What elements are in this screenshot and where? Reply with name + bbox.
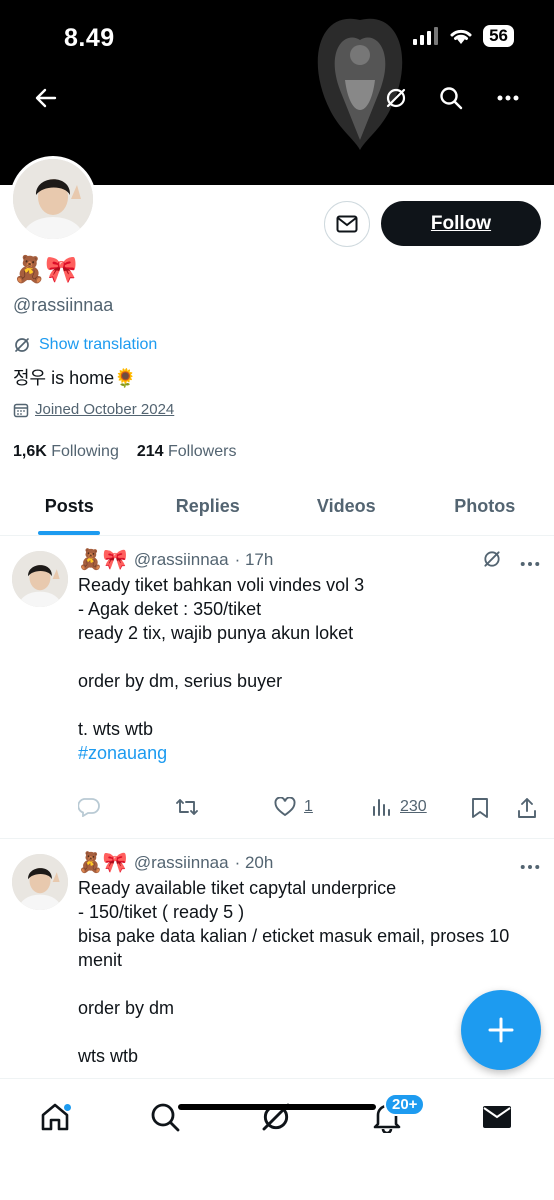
post-author-handle[interactable]: @rassiinnaa (134, 550, 229, 570)
battery-indicator: 56 (483, 25, 514, 47)
follow-stats: 1,6K Following 214 Followers (13, 443, 236, 461)
profile-display-name: 🧸🎀 (13, 254, 78, 284)
grok-icon (484, 551, 500, 567)
followers-count: 214 (136, 443, 164, 460)
profile-tabs: Posts Replies Videos Photos (0, 478, 554, 536)
views-button[interactable]: 230 (372, 797, 427, 817)
avatar-photo (12, 551, 68, 607)
post-text: Ready tiket bahkan voli vindes vol 3 - A… (78, 573, 544, 765)
following-stat[interactable]: 1,6K Following (13, 443, 119, 461)
search-icon (151, 1103, 180, 1132)
tab-posts[interactable]: Posts (0, 478, 139, 535)
avatar-photo (13, 159, 93, 239)
like-button[interactable]: 1 (274, 797, 313, 817)
mail-icon (483, 1106, 511, 1128)
post-time: · 20h (234, 852, 274, 872)
reply-icon (78, 798, 100, 817)
post-avatar[interactable] (12, 551, 68, 607)
nav-messages[interactable] (472, 1095, 522, 1139)
show-translation-label: Show translation (39, 336, 158, 353)
back-arrow-icon (35, 88, 57, 108)
show-translation-link[interactable]: Show translation (13, 336, 157, 354)
more-icon (497, 95, 519, 101)
following-label: Following (51, 443, 119, 460)
share-button[interactable] (517, 797, 537, 819)
bookmark-icon (472, 798, 488, 818)
mail-icon (336, 215, 358, 233)
nav-grok[interactable] (251, 1095, 301, 1139)
post-body-text: Ready tiket bahkan voli vindes vol 3 - A… (78, 575, 365, 739)
post-author-name[interactable]: 🧸🎀 (78, 547, 128, 572)
joined-date: Joined October 2024 (13, 401, 174, 418)
post-header: 🧸🎀 @rassiinnaa · 20h (78, 850, 273, 875)
followers-stat[interactable]: 214 Followers (137, 443, 237, 461)
more-icon (520, 562, 540, 566)
repost-icon (176, 799, 198, 815)
reply-button[interactable] (78, 797, 100, 817)
post-grok-button[interactable] (482, 549, 502, 574)
grok-button[interactable] (376, 78, 416, 118)
profile-avatar[interactable] (10, 156, 96, 242)
follow-button[interactable]: Follow (381, 201, 541, 246)
translate-icon (15, 338, 29, 352)
nav-search[interactable] (140, 1095, 190, 1139)
profile-banner[interactable]: 8.49 56 (0, 0, 554, 185)
search-button[interactable] (431, 78, 471, 118)
wifi-icon (450, 29, 472, 44)
post-more-button[interactable] (520, 547, 540, 573)
profile-handle: @rassiinnaa (13, 295, 114, 315)
bottom-navigation: 20+ (0, 1078, 554, 1200)
tab-photos[interactable]: Photos (416, 478, 554, 535)
status-bar: 8.49 56 (0, 22, 554, 52)
joined-label: Joined October 2024 (35, 401, 175, 418)
avatar-photo (12, 854, 68, 910)
post-more-button[interactable] (520, 850, 540, 876)
plus-icon (488, 1017, 514, 1043)
post-item[interactable]: 🧸🎀 @rassiinnaa · 17h Ready tiket bahkan … (0, 537, 554, 839)
post-hashtag[interactable]: #zonauang (78, 743, 167, 763)
compose-post-button[interactable] (461, 990, 541, 1070)
post-author-handle[interactable]: @rassiinnaa (134, 853, 229, 873)
more-options-button[interactable] (488, 78, 528, 118)
notifications-badge: 20+ (384, 1093, 426, 1116)
post-actions: 1 230 (78, 797, 544, 827)
search-icon (440, 87, 463, 110)
like-count: 1 (304, 798, 313, 815)
post-author-name[interactable]: 🧸🎀 (78, 850, 128, 875)
views-icon (373, 799, 390, 816)
post-avatar[interactable] (12, 854, 68, 910)
status-time: 8.49 (64, 24, 115, 52)
repost-button[interactable] (175, 797, 199, 817)
home-notification-dot (63, 1103, 72, 1112)
back-button[interactable] (26, 78, 66, 118)
share-icon (518, 798, 536, 818)
profile-bio: 정우 is home🌻 (13, 368, 137, 388)
signal-icon (413, 27, 439, 45)
calendar-icon (13, 403, 29, 417)
home-indicator (178, 1104, 376, 1110)
post-header: 🧸🎀 @rassiinnaa · 17h (78, 547, 273, 572)
message-button[interactable] (324, 201, 370, 247)
tab-replies[interactable]: Replies (139, 478, 278, 535)
more-icon (520, 865, 540, 869)
tab-videos[interactable]: Videos (277, 478, 416, 535)
views-count: 230 (400, 798, 427, 815)
nav-notifications[interactable]: 20+ (362, 1093, 426, 1139)
bookmark-button[interactable] (471, 797, 489, 819)
heart-icon (274, 797, 296, 817)
followers-label: Followers (168, 443, 237, 460)
post-time: · 17h (234, 549, 274, 569)
following-count: 1,6K (13, 443, 47, 460)
grok-icon (386, 88, 406, 108)
nav-home[interactable] (30, 1095, 80, 1139)
